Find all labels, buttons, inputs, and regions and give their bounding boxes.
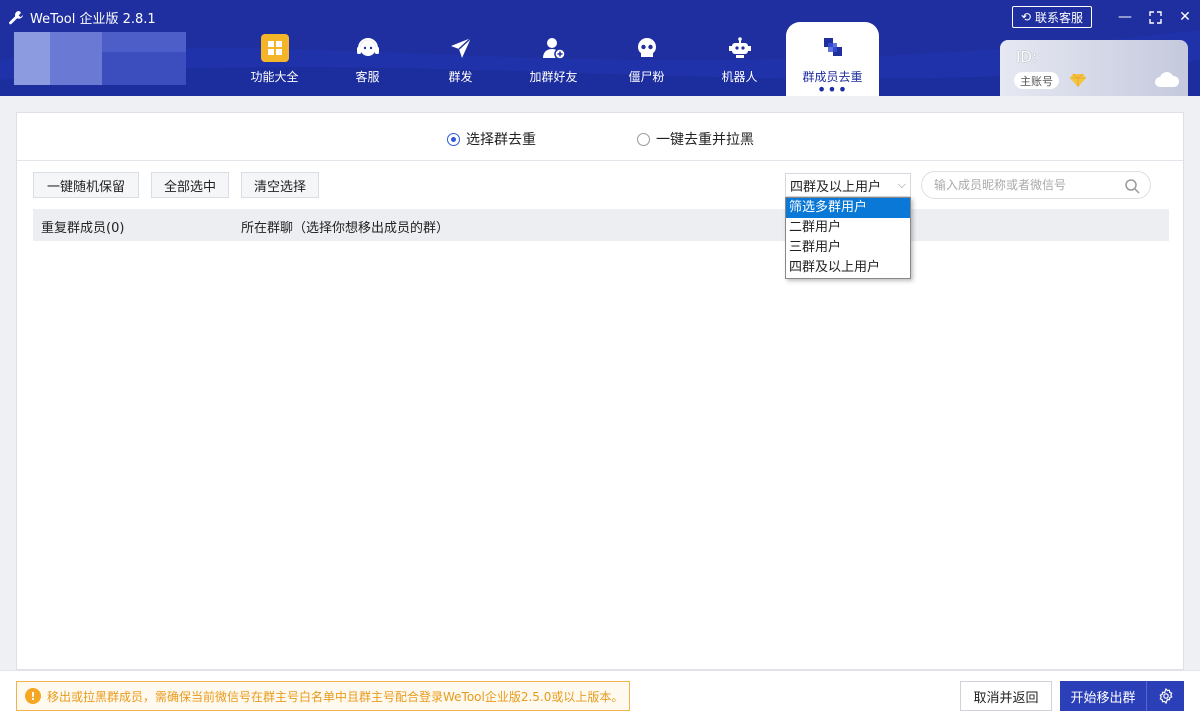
nav-item-robot[interactable]: 机器人 <box>693 22 786 96</box>
warning-notice: ! 移出或拉黑群成员，需确保当前微信号在群主号白名单中且群主号配合登录WeToo… <box>16 681 631 711</box>
column-header-duplicate-members: 重复群成员(0) <box>41 221 125 236</box>
footer-bar: ! 移出或拉黑群成员，需确保当前微信号在群主号白名单中且群主号配合登录WeToo… <box>0 670 1200 720</box>
app-title-text: WeTool 企业版 2.8.1 <box>30 12 156 27</box>
group-count-filter-select[interactable]: 四群及以上用户 ⌵ <box>785 173 911 197</box>
dropdown-option[interactable]: 三群用户 <box>786 238 910 258</box>
radio-select-group-dedupe[interactable]: 选择群去重 <box>447 129 536 149</box>
random-keep-button[interactable]: 一键随机保留 <box>33 172 139 198</box>
chevron-down-icon: ⌵ <box>897 178 906 191</box>
account-card[interactable]: ID: 主账号 <box>1000 40 1188 96</box>
table-header: 重复群成员(0) 所在群聊（选择你想移出成员的群） <box>33 209 1169 241</box>
select-all-button[interactable]: 全部选中 <box>151 172 229 198</box>
nav-item-member-dedupe[interactable]: 群成员去重 ••• <box>786 22 879 96</box>
cloud-icon <box>1155 72 1180 87</box>
cancel-and-return-button[interactable]: 取消并返回 <box>960 681 1052 711</box>
maximize-button[interactable] <box>1140 6 1170 28</box>
account-id-label: ID: <box>1016 48 1038 66</box>
robot-icon <box>726 34 754 62</box>
start-remove-button[interactable]: 开始移出群 <box>1060 681 1184 711</box>
refresh-icon: ⟲ <box>1020 10 1031 24</box>
headset-icon <box>354 34 382 62</box>
contact-support-button[interactable]: ⟲ 联系客服 <box>1011 6 1092 28</box>
nav-label: 加群好友 <box>529 70 578 84</box>
mode-selector: 选择群去重 一键去重并拉黑 <box>17 113 1183 161</box>
window-controls: ⟲ 联系客服 — ✕ <box>1011 6 1200 28</box>
nav-item-broadcast[interactable]: 群发 <box>414 22 507 96</box>
minimize-button[interactable]: — <box>1110 6 1140 28</box>
maximize-icon <box>1148 10 1162 24</box>
app-title: WeTool 企业版 2.8.1 <box>8 8 156 27</box>
main-nav: 功能大全 客服 群发 加群好友 僵尸粉 机器人 群成员去重 ••• <box>228 22 879 96</box>
contact-label: 联系客服 <box>1034 10 1083 25</box>
nav-label: 客服 <box>355 70 380 84</box>
nav-item-service[interactable]: 客服 <box>321 22 414 96</box>
dedupe-icon <box>819 34 847 62</box>
logo-placeholder <box>14 32 186 85</box>
radio-unchecked-icon <box>637 132 650 146</box>
settings-gear-button[interactable] <box>1147 688 1184 704</box>
radio-dedupe-and-block[interactable]: 一键去重并拉黑 <box>637 129 754 149</box>
dropdown-option[interactable]: 四群及以上用户 <box>786 258 910 278</box>
skull-icon <box>633 34 661 62</box>
close-button[interactable]: ✕ <box>1170 6 1200 28</box>
group-count-filter-dropdown: 筛选多群用户 二群用户 三群用户 四群及以上用户 <box>785 197 911 279</box>
nav-item-add-friends[interactable]: 加群好友 <box>507 22 600 96</box>
nav-item-features[interactable]: 功能大全 <box>228 22 321 96</box>
wrench-icon <box>9 10 23 24</box>
grid-icon <box>260 34 289 62</box>
member-search-box <box>921 171 1151 199</box>
radio-checked-icon <box>447 132 460 146</box>
warning-text: 移出或拉黑群成员，需确保当前微信号在群主号白名单中且群主号配合登录WeTool企… <box>47 689 624 704</box>
radio-label: 一键去重并拉黑 <box>656 132 754 148</box>
start-remove-label: 开始移出群 <box>1070 690 1136 706</box>
warning-icon: ! <box>25 688 41 704</box>
dropdown-option[interactable]: 二群用户 <box>786 218 910 238</box>
nav-label: 功能大全 <box>250 70 299 84</box>
main-panel: 选择群去重 一键去重并拉黑 一键随机保留 全部选中 清空选择 四群及以上用户 ⌵… <box>16 112 1184 670</box>
more-dots-icon: ••• <box>816 80 849 97</box>
app-header: WeTool 企业版 2.8.1 功能大全 客服 群发 加群好友 僵尸粉 机器人… <box>0 0 1200 96</box>
search-icon[interactable] <box>1124 178 1140 194</box>
clear-selection-button[interactable]: 清空选择 <box>241 172 319 198</box>
select-value: 四群及以上用户 <box>790 179 882 195</box>
column-header-groups: 所在群聊（选择你想移出成员的群） <box>241 221 450 236</box>
radio-label: 选择群去重 <box>466 132 536 148</box>
main-account-badge: 主账号 <box>1014 72 1059 89</box>
diamond-icon <box>1070 73 1086 87</box>
nav-item-zombie-fans[interactable]: 僵尸粉 <box>600 22 693 96</box>
nav-label: 群发 <box>448 70 473 84</box>
gear-icon <box>1158 688 1173 704</box>
paper-plane-icon <box>447 34 475 62</box>
nav-label: 僵尸粉 <box>628 70 665 84</box>
add-user-icon <box>540 34 568 62</box>
nav-label: 机器人 <box>721 70 758 84</box>
member-search-input[interactable] <box>934 178 1114 192</box>
dropdown-option[interactable]: 筛选多群用户 <box>786 198 910 218</box>
